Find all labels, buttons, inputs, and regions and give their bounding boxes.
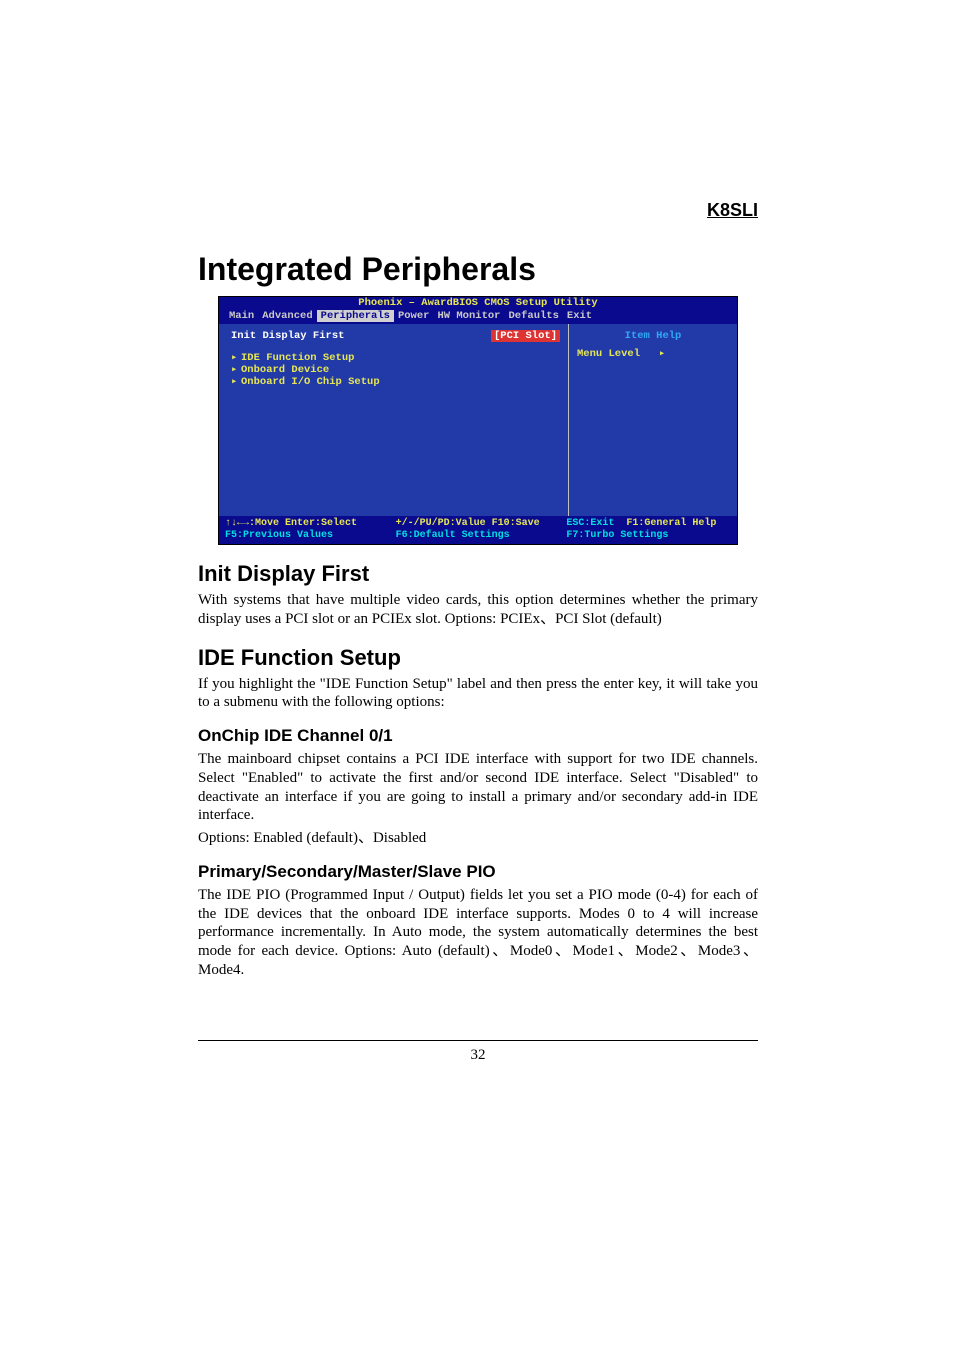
triangle-right-icon: ▸ — [659, 348, 665, 360]
bios-title: Phoenix – AwardBIOS CMOS Setup Utility — [219, 297, 737, 309]
page-title: Integrated Peripherals — [198, 251, 758, 288]
bios-footer-previous-values: F5:Previous Values — [225, 530, 390, 542]
bios-footer-value-save: +/-/PU/PD:Value F10:Save — [396, 518, 561, 530]
bios-footer-exit-help: ESC:Exit F1:General Help — [566, 518, 731, 530]
para-onchip-ide-1: The mainboard chipset contains a PCI IDE… — [198, 750, 758, 825]
bios-submenu-onboard-io-chip-setup[interactable]: ▸Onboard I/O Chip Setup — [231, 376, 560, 388]
para-onchip-ide-2: Options: Enabled (default)、Disabled — [198, 829, 758, 848]
heading-pio: Primary/Secondary/Master/Slave PIO — [198, 862, 758, 882]
triangle-right-icon: ▸ — [231, 352, 241, 364]
heading-onchip-ide: OnChip IDE Channel 0/1 — [198, 726, 758, 746]
heading-init-display-first: Init Display First — [198, 561, 758, 587]
triangle-right-icon: ▸ — [231, 364, 241, 376]
bios-menubar: Main Advanced Peripherals Power HW Monit… — [219, 309, 737, 324]
bios-main-pane: Init Display First [PCI Slot] ▸IDE Funct… — [219, 324, 569, 516]
triangle-right-icon: ▸ — [231, 376, 241, 388]
bios-option-value[interactable]: [PCI Slot] — [491, 330, 560, 342]
bios-menu-exit[interactable]: Exit — [563, 310, 596, 322]
bios-submenu-onboard-device[interactable]: ▸Onboard Device — [231, 364, 560, 376]
bios-menu-power[interactable]: Power — [394, 310, 434, 322]
para-init-display-first: With systems that have multiple video ca… — [198, 591, 758, 629]
bios-footer: ↑↓←→:Move Enter:Select +/-/PU/PD:Value F… — [219, 516, 737, 544]
bios-submenu-label: Onboard I/O Chip Setup — [241, 376, 380, 388]
bios-option-label: Init Display First — [231, 330, 344, 342]
heading-ide-function-setup: IDE Function Setup — [198, 645, 758, 671]
bios-submenu-label: IDE Function Setup — [241, 352, 354, 364]
product-header: K8SLI — [198, 200, 758, 221]
bios-footer-default-settings: F6:Default Settings — [396, 530, 561, 542]
bios-option-init-display-first[interactable]: Init Display First [PCI Slot] — [231, 330, 560, 342]
para-ide-function-setup: If you highlight the "IDE Function Setup… — [198, 675, 758, 713]
bios-help-menu-level: Menu Level ▸ — [577, 348, 729, 360]
bios-menu-main[interactable]: Main — [225, 310, 258, 322]
bios-help-title: Item Help — [577, 330, 729, 342]
bios-help-pane: Item Help Menu Level ▸ — [569, 324, 737, 516]
bios-screenshot: Phoenix – AwardBIOS CMOS Setup Utility M… — [218, 296, 738, 545]
bios-submenu-ide-function-setup[interactable]: ▸IDE Function Setup — [231, 352, 560, 364]
bios-footer-move-select: ↑↓←→:Move Enter:Select — [225, 518, 390, 530]
bios-footer-turbo-settings: F7:Turbo Settings — [566, 530, 731, 542]
para-pio: The IDE PIO (Programmed Input / Output) … — [198, 886, 758, 980]
bios-submenu-label: Onboard Device — [241, 364, 329, 376]
bios-menu-advanced[interactable]: Advanced — [258, 310, 316, 322]
page-number: 32 — [198, 1040, 758, 1064]
bios-menu-peripherals[interactable]: Peripherals — [317, 310, 394, 322]
bios-help-menu-level-label: Menu Level — [577, 348, 640, 360]
bios-menu-hwmonitor[interactable]: HW Monitor — [433, 310, 504, 322]
bios-menu-defaults[interactable]: Defaults — [504, 310, 562, 322]
